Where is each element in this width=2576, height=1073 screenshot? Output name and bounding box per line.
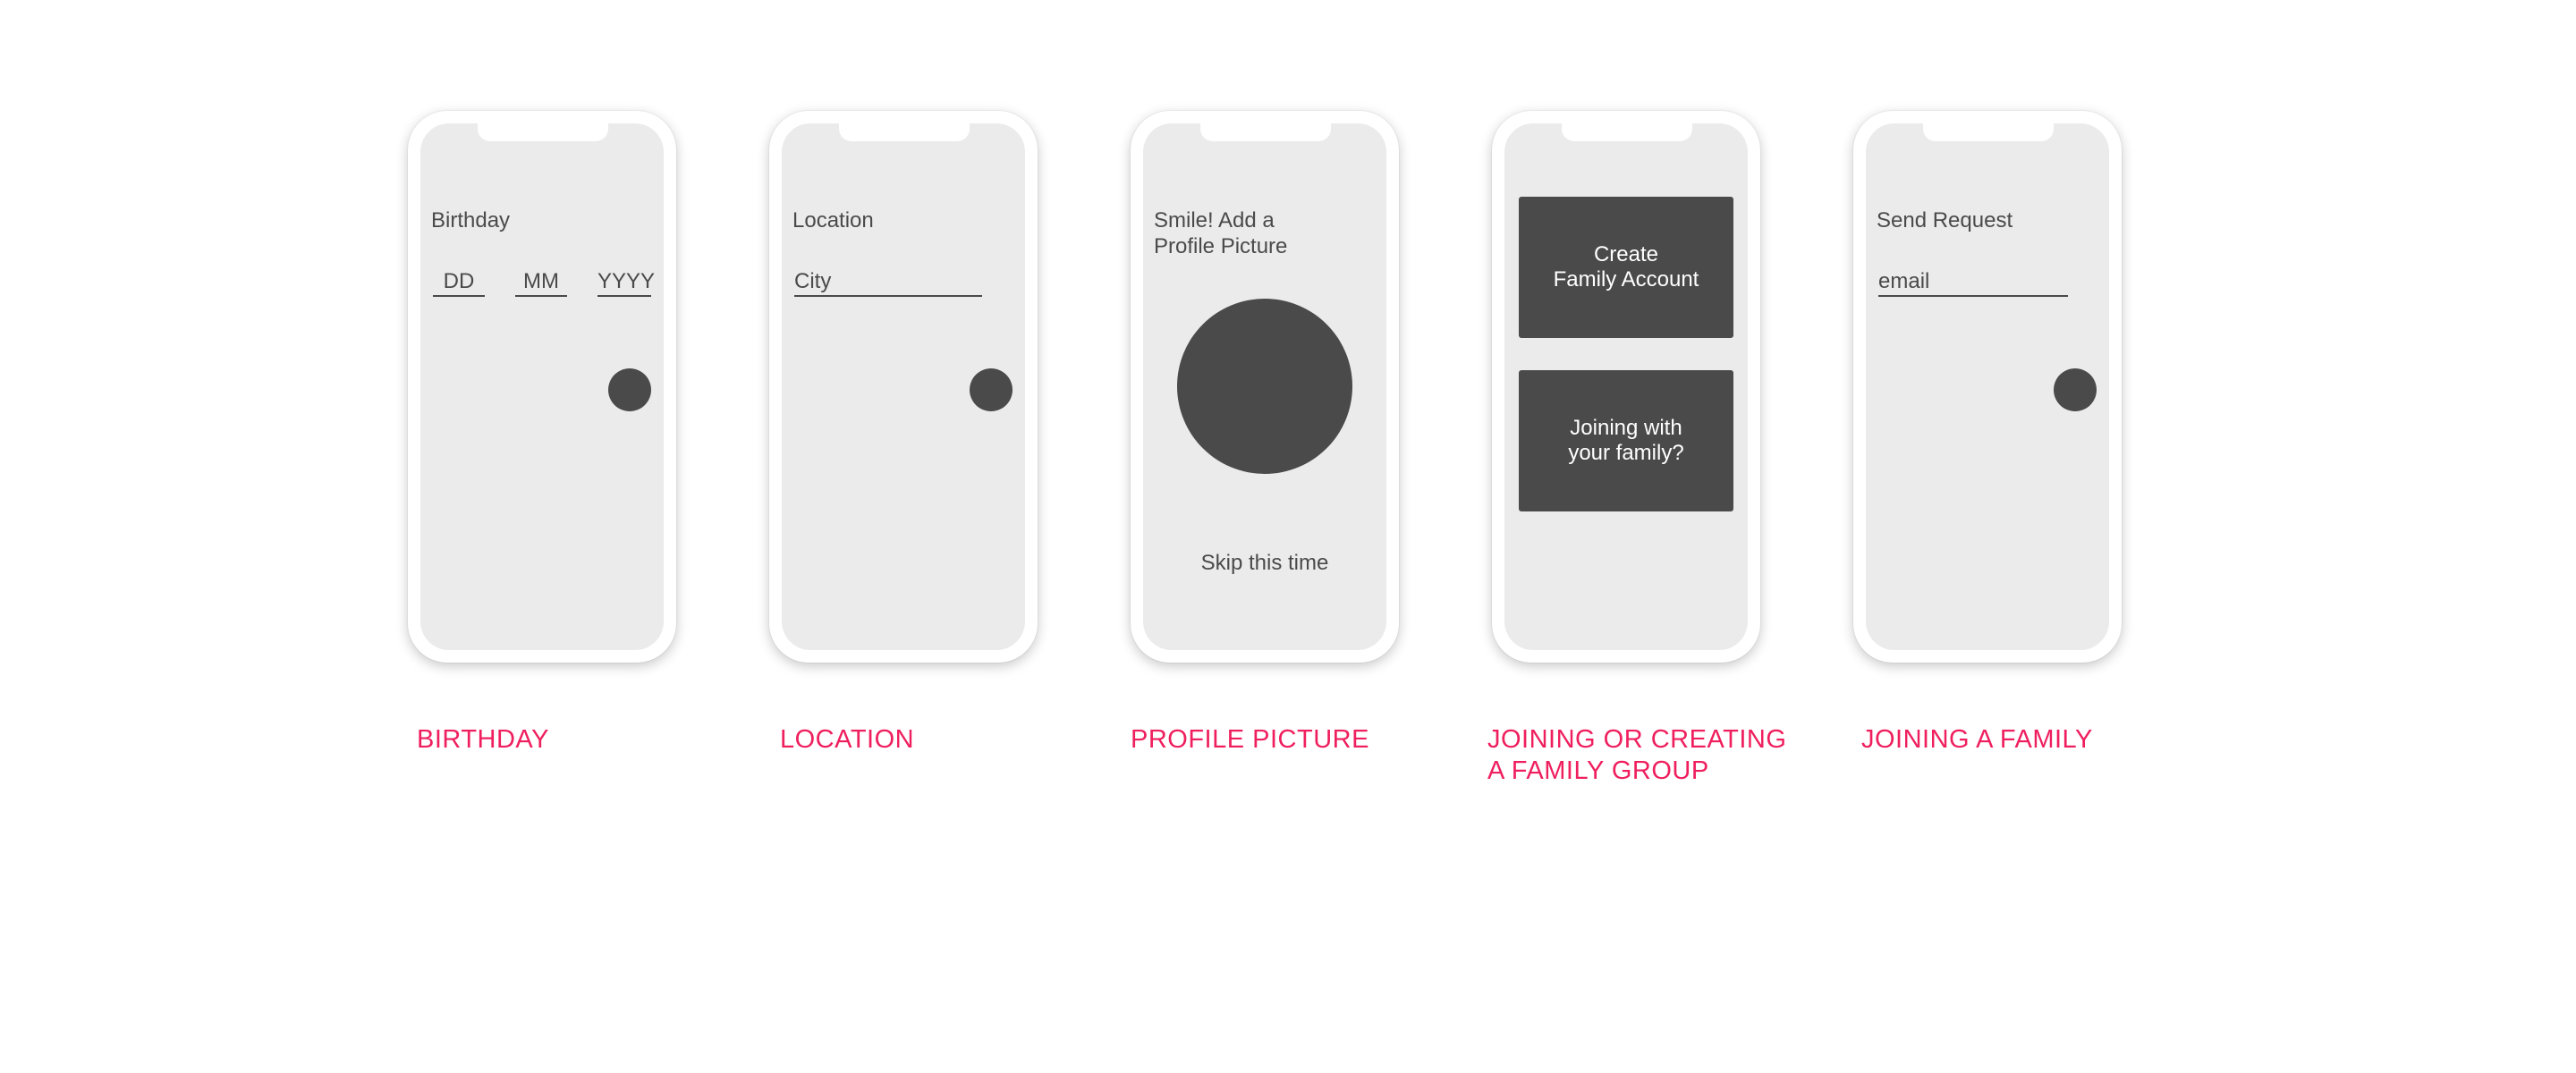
phone-location: Location City [769, 111, 1038, 663]
wireframe-board: Birthday DD MM YYYY Location City Smile!… [0, 0, 2576, 1073]
email-field[interactable]: email [1878, 268, 2068, 297]
screen-family-choice: Create Family Account Joining with your … [1504, 123, 1748, 650]
create-family-account-button[interactable]: Create Family Account [1519, 197, 1733, 338]
caption-family-choice: JOINING OR CREATING A FAMILY GROUP [1487, 725, 1787, 785]
month-field[interactable]: MM [515, 268, 567, 297]
screen-location: Location City [782, 123, 1025, 650]
phone-birthday: Birthday DD MM YYYY [408, 111, 676, 663]
phone-notch [839, 123, 970, 141]
avatar-placeholder[interactable] [1177, 299, 1352, 474]
phone-join-family: Send Request email [1853, 111, 2122, 663]
next-button[interactable] [608, 368, 651, 411]
screen-birthday: Birthday DD MM YYYY [420, 123, 664, 650]
caption-profile-picture: PROFILE PICTURE [1131, 725, 1369, 754]
phone-notch [1200, 123, 1331, 141]
phone-family-choice: Create Family Account Joining with your … [1492, 111, 1760, 663]
screen-join-family: Send Request email [1866, 123, 2109, 650]
caption-birthday: BIRTHDAY [417, 725, 549, 754]
birthday-title: Birthday [431, 208, 511, 232]
city-field[interactable]: City [794, 268, 982, 297]
next-button[interactable] [970, 368, 1013, 411]
next-button[interactable] [2054, 368, 2097, 411]
screen-profile-picture: Smile! Add a Profile Picture Skip this t… [1143, 123, 1386, 650]
phone-profile-picture: Smile! Add a Profile Picture Skip this t… [1131, 111, 1399, 663]
caption-join-family: JOINING A FAMILY [1861, 725, 2093, 754]
year-field[interactable]: YYYY [597, 268, 655, 297]
phone-notch [478, 123, 608, 141]
skip-link[interactable]: Skip this time [1143, 551, 1386, 576]
day-field[interactable]: DD [433, 268, 485, 297]
caption-location: LOCATION [780, 725, 915, 754]
phone-notch [1562, 123, 1692, 141]
join-family-button[interactable]: Joining with your family? [1519, 370, 1733, 511]
profile-picture-title: Smile! Add a Profile Picture [1154, 208, 1288, 258]
phone-notch [1923, 123, 2054, 141]
send-request-title: Send Request [1877, 208, 2013, 232]
location-title: Location [792, 208, 874, 232]
